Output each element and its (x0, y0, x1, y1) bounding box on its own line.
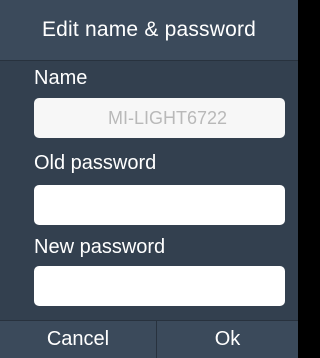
ok-button[interactable]: Ok (157, 321, 298, 358)
dialog-title: Edit name & password (41, 18, 257, 41)
edit-name-password-dialog: Edit name & password Name MI-LIGHT6722 O… (0, 0, 298, 358)
name-value: MI-LIGHT6722 (107, 107, 228, 128)
new-password-label: New password (34, 236, 166, 258)
name-field[interactable]: MI-LIGHT6722 (34, 98, 285, 138)
old-password-label: Old password (34, 152, 157, 174)
title-divider (0, 60, 298, 61)
name-label: Name (34, 67, 88, 89)
dialog-title-bar: Edit name & password (0, 0, 298, 60)
ok-button-label: Ok (214, 328, 241, 350)
cancel-button-label: Cancel (46, 328, 110, 350)
old-password-field[interactable] (34, 185, 285, 225)
new-password-field[interactable] (34, 266, 285, 306)
cancel-button[interactable]: Cancel (0, 321, 156, 358)
